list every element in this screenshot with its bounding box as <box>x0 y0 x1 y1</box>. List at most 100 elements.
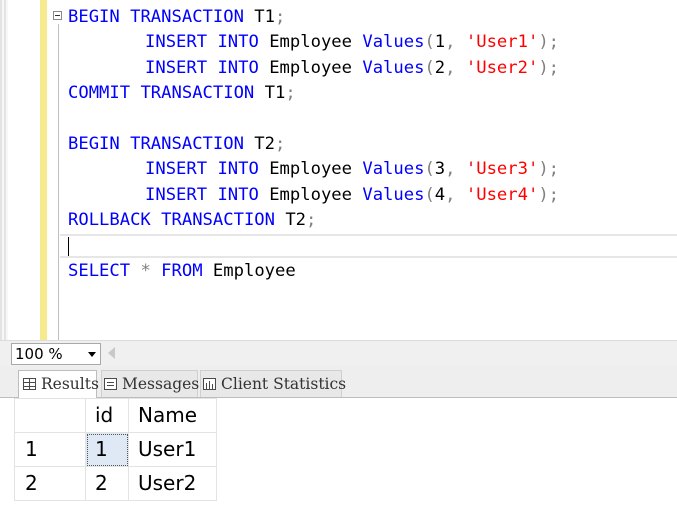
code-line-7[interactable]: INSERT INTO Employee Values(3, 'User3'); <box>68 157 559 181</box>
keyword-token: Values <box>362 159 425 179</box>
zoom-bar: 100 % <box>0 340 677 366</box>
tab-messages-label: Messages <box>122 375 200 393</box>
cell-name[interactable]: User1 <box>128 432 217 467</box>
chevron-down-icon[interactable] <box>88 352 96 357</box>
code-line-9[interactable]: ROLLBACK TRANSACTION T2; <box>68 208 316 232</box>
results-grid: id Name 1 1 User1 2 2 User2 <box>14 398 217 501</box>
keyword-token: COMMIT <box>68 83 131 103</box>
punctuation-token: ); <box>538 32 560 52</box>
punctuation-token: ); <box>538 58 560 78</box>
punctuation-token: ); <box>538 159 560 179</box>
zoom-dropdown[interactable]: 100 % <box>11 343 101 365</box>
code-token: T2 <box>243 134 275 154</box>
splitter-grip[interactable] <box>0 0 8 340</box>
keyword-token: BEGIN <box>68 134 120 154</box>
string-token: 'User2' <box>465 58 539 78</box>
punctuation-token: ( <box>424 159 435 179</box>
code-line-3[interactable]: INSERT INTO Employee Values(2, 'User2'); <box>68 56 559 80</box>
punctuation-token: , <box>445 159 456 179</box>
code-line-2[interactable]: INSERT INTO Employee Values(1, 'User1'); <box>68 30 559 54</box>
cell-name[interactable]: User2 <box>128 466 217 501</box>
keyword-token: INSERT <box>145 58 208 78</box>
keyword-token: INTO <box>217 185 259 205</box>
punctuation-token: , <box>445 32 456 52</box>
code-token: Employee <box>202 261 296 281</box>
keyword-token: Values <box>362 58 425 78</box>
tab-results[interactable]: Results <box>18 370 99 398</box>
code-token: T1 <box>243 7 275 27</box>
code-token: 3 <box>434 159 446 179</box>
keyword-token: TRANSACTION <box>130 134 244 154</box>
row-number[interactable]: 2 <box>14 466 86 501</box>
punctuation-token: * <box>140 261 151 281</box>
code-line-11[interactable]: SELECT * FROM Employee <box>68 259 296 283</box>
punctuation-token: ; <box>285 83 296 103</box>
code-line-6[interactable]: BEGIN TRANSACTION T2; <box>68 132 285 156</box>
code-token: 2 <box>434 58 446 78</box>
row-header-corner[interactable] <box>14 398 86 433</box>
keyword-token: TRANSACTION <box>130 7 244 27</box>
string-token: 'User4' <box>465 185 539 205</box>
keyword-token: SELECT <box>68 261 131 281</box>
punctuation-token: , <box>445 185 456 205</box>
punctuation-token: ; <box>274 134 286 154</box>
scroll-left-icon[interactable] <box>108 347 115 359</box>
code-token: Employee <box>258 32 363 52</box>
change-tracking-bar <box>40 0 47 340</box>
tab-messages[interactable]: Messages <box>101 370 200 397</box>
horizontal-scrollbar[interactable] <box>120 345 677 363</box>
punctuation-token: , <box>445 58 456 78</box>
keyword-token: INSERT <box>145 185 208 205</box>
table-row: 2 2 User2 <box>14 466 217 501</box>
punctuation-token: ( <box>424 32 435 52</box>
code-line-1[interactable]: BEGIN TRANSACTION T1; <box>68 5 285 29</box>
code-token: T1 <box>254 83 286 103</box>
keyword-token: INTO <box>217 58 259 78</box>
punctuation-token: ; <box>274 7 286 27</box>
query-editor[interactable]: BEGIN TRANSACTION T1; INSERT INTO Employ… <box>0 0 677 340</box>
keyword-token: TRANSACTION <box>161 210 275 230</box>
keyword-token: Values <box>362 185 425 205</box>
string-token: 'User3' <box>465 159 539 179</box>
tab-client-statistics[interactable]: Client Statistics <box>200 370 346 397</box>
code-token: 1 <box>434 32 446 52</box>
grid-icon <box>23 378 36 390</box>
column-header-id[interactable]: id <box>85 398 129 433</box>
zoom-value: 100 % <box>15 345 63 363</box>
keyword-token: INSERT <box>145 32 208 52</box>
column-header-name[interactable]: Name <box>128 398 217 433</box>
keyword-token: Values <box>362 32 425 52</box>
code-token: Employee <box>258 58 363 78</box>
outline-guide <box>58 24 59 340</box>
row-number[interactable]: 1 <box>14 432 86 467</box>
keyword-token: TRANSACTION <box>140 83 255 103</box>
keyword-token: INTO <box>217 32 259 52</box>
punctuation-token: ( <box>424 185 435 205</box>
keyword-token: FROM <box>161 261 203 281</box>
grid-header-row: id Name <box>14 398 217 433</box>
keyword-token: INSERT <box>145 159 208 179</box>
tab-results-label: Results <box>41 375 99 393</box>
cell-id[interactable]: 1 <box>85 432 129 467</box>
text-caret <box>68 237 69 256</box>
code-line-8[interactable]: INSERT INTO Employee Values(4, 'User4'); <box>68 183 559 207</box>
punctuation-token: ); <box>538 185 560 205</box>
table-row: 1 1 User1 <box>14 432 217 467</box>
collapse-region-icon[interactable] <box>53 11 62 20</box>
code-token: T2 <box>274 210 307 230</box>
code-line-4[interactable]: COMMIT TRANSACTION T1; <box>68 81 296 105</box>
code-token: Employee <box>258 159 363 179</box>
cell-id[interactable]: 2 <box>85 466 129 501</box>
